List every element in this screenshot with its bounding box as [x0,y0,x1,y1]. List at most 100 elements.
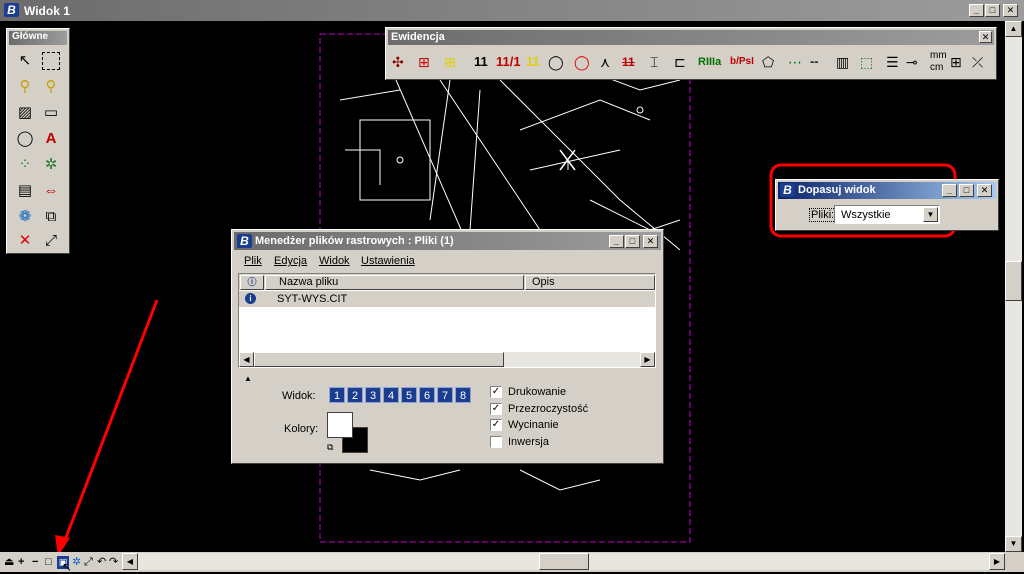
class-label-green[interactable]: RIIIa [698,48,721,76]
dopasuj-close-button[interactable]: ✕ [977,184,992,197]
number-label-yellow[interactable]: 11 [526,48,540,76]
menu-widok[interactable]: Widok [319,255,350,267]
chevron-down-icon[interactable]: ▼ [923,207,938,222]
pliki-select[interactable]: Wszystkie ▼ [834,205,940,224]
view-button-8[interactable]: 8 [455,387,471,403]
collapse-arrow-icon[interactable]: ▲ [244,374,252,383]
copy-tool[interactable]: ⧉ [39,205,63,229]
view-button-3[interactable]: 3 [365,387,381,403]
parcel-split-icon[interactable]: ✣ [392,48,404,76]
menu-ustawienia[interactable]: Ustawienia [361,255,415,267]
snap-key-tool[interactable]: ⚲ [39,75,63,99]
dash-line-icon[interactable]: ⋯ [788,48,802,76]
raster-manager-logo-icon: B [237,234,252,248]
przezroczystosc-checkbox[interactable]: ✓ [490,403,502,415]
raster-minimize-button[interactable]: _ [609,235,624,248]
minimize-button[interactable]: _ [969,4,984,17]
cell-tool[interactable]: ✲ [39,153,63,177]
przezroczystosc-label: Przezroczystość [508,403,589,415]
stripes-icon[interactable]: ☰ [886,48,899,76]
parcel-yellow-icon[interactable]: ⊞ [444,48,456,76]
zoom-out-icon[interactable]: − [32,554,38,570]
bird-eye-icon[interactable]: ⏏ [4,554,14,570]
zoom-in-icon[interactable]: + [18,554,24,570]
ewidencja-close-button[interactable]: ✕ [979,31,992,43]
redo-view-icon[interactable]: ↷ [109,554,118,570]
label-tag-icon[interactable]: ⊏ [674,48,686,76]
polygon-icon[interactable]: ⬠ [762,48,774,76]
raster-maximize-button[interactable]: □ [625,235,640,248]
building-icon[interactable]: ▥ [836,48,849,76]
branch-icon[interactable]: ⤫ [972,48,983,76]
wycinanie-checkbox[interactable]: ✓ [490,419,502,431]
vertical-scrollbar[interactable]: ▲ ▼ [1005,21,1022,552]
hscroll-left-button[interactable]: ◀ [122,553,138,570]
view-button-6[interactable]: 6 [419,387,435,403]
file-row[interactable]: i SYT-WYS.CIT [239,291,655,307]
snap-tool[interactable]: ⚲ [13,75,37,99]
column-header-opis[interactable]: Opis [525,275,655,290]
menu-edycja[interactable]: Edycja [274,255,307,267]
line-mark-icon[interactable]: ⌶ [650,48,658,76]
number-label-red[interactable]: 11/1 [496,48,521,76]
rectangle-tool[interactable]: ▭ [39,101,63,125]
maximize-button[interactable]: □ [985,4,1000,17]
undo-view-icon[interactable]: ↶ [97,554,106,570]
fence-grid-icon[interactable]: ⊞ [950,48,962,76]
unit-cm-label[interactable]: cm [930,54,943,82]
close-button[interactable]: ✕ [1003,4,1018,17]
rotate-view-icon[interactable]: ✲ [72,554,81,570]
green-area-icon[interactable]: ⬚ [860,48,873,76]
menu-plik[interactable]: Plik [244,255,262,267]
dopasuj-minimize-button[interactable]: _ [942,184,957,197]
file-list-hscrollbar[interactable]: ◀ ▶ [239,352,655,367]
drukowanie-label: Drukowanie [508,386,567,398]
pattern-tool[interactable]: ▨ [13,101,37,125]
select-element-tool[interactable]: ↖ [13,49,37,73]
reference-tool[interactable]: ▤ [13,179,37,203]
point-tool[interactable]: ⁘ [13,153,37,177]
dot-line-icon[interactable]: ╌ [810,48,818,76]
scroll-up-button[interactable]: ▲ [1005,21,1022,37]
palette-tool[interactable]: ❁ [13,205,37,229]
hscroll-right-button[interactable]: ▶ [989,553,1005,570]
delete-tool[interactable]: ✕ [13,229,37,253]
view-button-5[interactable]: 5 [401,387,417,403]
drukowanie-checkbox[interactable]: ✓ [490,386,502,398]
measure-circle-icon[interactable]: ⊸ [906,48,918,76]
color-swatch-foreground[interactable] [327,412,353,438]
number-label-black[interactable]: 11 [474,48,488,76]
window-area-icon[interactable]: □ [45,554,52,570]
view-button-2[interactable]: 2 [347,387,363,403]
hscroll-thumb[interactable] [539,553,589,570]
dopasuj-maximize-button[interactable]: □ [959,184,974,197]
inwersja-checkbox[interactable] [490,436,502,448]
fence-tool[interactable] [42,52,60,70]
class-label-red[interactable]: b/PsI [730,48,754,76]
circle-tool[interactable]: ◯ [13,127,37,151]
scroll-left-button[interactable]: ◀ [239,352,254,367]
raster-menu-bar: Plik Edycja Widok Ustawienia [244,255,644,269]
pan-view-icon[interactable]: ⤢ [84,554,93,570]
scale-tool[interactable]: ⤢ [39,229,63,253]
raster-close-button[interactable]: ✕ [643,235,658,248]
swap-colors-icon[interactable]: ⧉ [327,442,333,453]
view-button-1[interactable]: 1 [329,387,345,403]
measure-tool[interactable]: ⇔ [39,179,63,203]
file-list[interactable]: ⓘ Nazwa pliku Opis i SYT-WYS.CIT ◀ ▶ [238,273,656,368]
point-join-icon[interactable]: ⋏ [600,48,610,76]
parcel-grid-icon[interactable]: ⊞ [418,48,430,76]
view-button-7[interactable]: 7 [437,387,453,403]
circle-red-icon[interactable]: ◯ [574,48,590,76]
scroll-down-button[interactable]: ▼ [1005,536,1022,552]
raster-manager-title-bar: B Menedżer plików rastrowych : Pliki (1) [234,232,661,250]
column-header-name[interactable]: Nazwa pliku [265,275,524,290]
horizontal-scrollbar[interactable]: ◀ ▶ [122,553,1005,570]
strike-number-icon[interactable]: 11 [622,48,635,76]
scroll-right-button[interactable]: ▶ [640,352,655,367]
view-button-4[interactable]: 4 [383,387,399,403]
scroll-thumb[interactable] [254,352,504,367]
text-tool[interactable]: A [39,127,63,151]
vertical-scroll-thumb[interactable] [1005,261,1022,301]
circle-black-icon[interactable]: ◯ [548,48,564,76]
